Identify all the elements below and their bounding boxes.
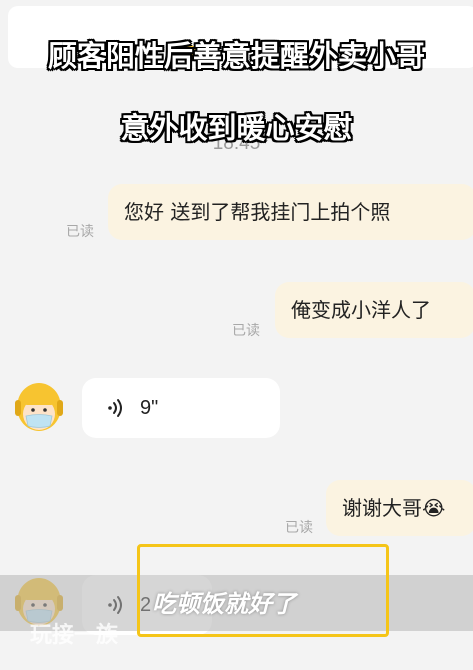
rider-avatar[interactable]: [14, 380, 64, 436]
message-bubble-right[interactable]: 您好 送到了帮我挂门上拍个照: [108, 184, 473, 240]
message-text: 您好 送到了帮我挂门上拍个照: [124, 200, 391, 224]
headline-line-2: 意外收到暖心安慰: [120, 111, 353, 145]
voice-duration: 9": [140, 396, 159, 419]
delivery-rider-avatar-icon: [15, 383, 63, 431]
message-bubble-right[interactable]: 俺变成小洋人了: [275, 282, 473, 338]
headline-line-1: 顾客阳性后善意提醒外卖小哥: [47, 39, 425, 73]
read-status: 已读: [66, 224, 94, 240]
voice-message-bubble[interactable]: 9": [82, 378, 280, 438]
voice-wave-icon: [108, 399, 122, 417]
read-status: 已读: [232, 323, 260, 339]
message-text: 俺变成小洋人了: [291, 298, 431, 322]
video-headline: 顾客阳性后善意提醒外卖小哥 意外收到暖心安慰: [0, 2, 473, 182]
watermark-bottom: 玩接一族: [30, 623, 119, 648]
read-status: 已读: [285, 520, 313, 536]
message-text: 谢谢大哥😭: [342, 496, 446, 520]
video-subtitle: 吃顿饭就好了: [152, 590, 296, 618]
message-bubble-right[interactable]: 谢谢大哥😭: [326, 480, 473, 536]
